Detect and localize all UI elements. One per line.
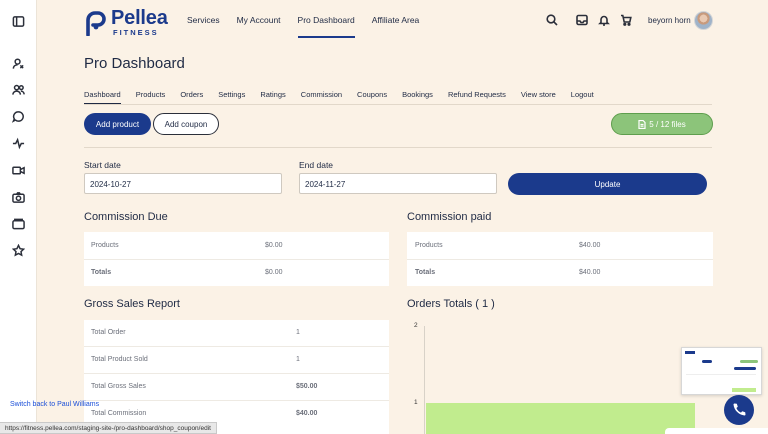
update-button[interactable]: Update	[508, 173, 707, 195]
total-gross-sales-label: Total Gross Sales	[91, 383, 146, 390]
thumb-logo	[685, 351, 695, 354]
page-title: Pro Dashboard	[84, 55, 185, 72]
file-icon	[638, 119, 646, 129]
commission-paid-totals-label: Totals	[415, 269, 436, 276]
files-quota-button[interactable]: 5 / 12 files	[611, 113, 713, 135]
call-button[interactable]	[724, 395, 754, 425]
page-preview-thumbnail[interactable]	[681, 347, 762, 395]
commission-paid-totals-value: $40.00	[579, 269, 601, 276]
row-divider	[84, 400, 389, 401]
bell-icon[interactable]	[598, 13, 610, 31]
thumb-files	[740, 360, 758, 363]
y-tick-label: 2	[414, 322, 418, 329]
subnav-products[interactable]: Products	[136, 90, 166, 104]
commission-paid-products-label: Products	[415, 242, 443, 249]
subnav-orders[interactable]: Orders	[180, 90, 203, 104]
total-commission-value: $40.00	[296, 410, 318, 417]
status-bar-url: https://fitness.pellea.com/staging-site-…	[0, 422, 217, 434]
commission-paid-title: Commission paid	[407, 211, 492, 223]
row-divider	[84, 373, 389, 374]
orders-totals-chart: 2 1	[407, 318, 713, 434]
star-icon[interactable]	[11, 243, 25, 257]
subnav-commission[interactable]: Commission	[301, 90, 342, 104]
start-date-label: Start date	[84, 160, 121, 170]
camera-icon[interactable]	[11, 190, 25, 204]
phone-icon	[733, 403, 746, 416]
commission-due-products-label: Products	[91, 242, 119, 249]
add-coupon-button[interactable]: Add coupon	[153, 113, 219, 135]
thumb-line	[686, 374, 756, 375]
cart-icon[interactable]	[620, 13, 632, 31]
user-icon[interactable]	[11, 56, 25, 70]
inbox-icon[interactable]	[576, 13, 588, 31]
end-date-label: End date	[299, 160, 334, 170]
subnav-ratings[interactable]: Ratings	[260, 90, 285, 104]
chat-icon[interactable]	[11, 109, 25, 123]
thumb-update	[734, 367, 756, 370]
nav-affiliate-area[interactable]: Affiliate Area	[372, 15, 420, 38]
start-date-input[interactable]: 2024-10-27	[84, 173, 282, 194]
end-date-input[interactable]: 2024-11-27	[299, 173, 497, 194]
logo-name: Pellea	[111, 7, 168, 29]
avatar[interactable]	[694, 11, 713, 30]
user-name[interactable]: beyorn horn	[648, 16, 691, 25]
row-divider	[407, 259, 713, 260]
subnav-view-store[interactable]: View store	[521, 90, 556, 104]
orders-totals-title: Orders Totals ( 1 )	[407, 298, 495, 310]
gross-sales-title: Gross Sales Report	[84, 298, 180, 310]
subnav-coupons[interactable]: Coupons	[357, 90, 387, 104]
total-order-value: 1	[296, 329, 300, 336]
nav-services[interactable]: Services	[187, 15, 220, 38]
subnav-settings[interactable]: Settings	[218, 90, 245, 104]
commission-due-title: Commission Due	[84, 211, 168, 223]
files-quota-label: 5 / 12 files	[649, 119, 686, 129]
nav-my-account[interactable]: My Account	[237, 15, 281, 38]
y-axis	[424, 326, 425, 434]
users-group-icon[interactable]	[11, 82, 25, 96]
row-divider	[84, 259, 389, 260]
total-gross-sales-value: $50.00	[296, 383, 318, 390]
activity-icon[interactable]	[11, 136, 25, 150]
total-order-label: Total Order	[91, 329, 126, 336]
video-icon[interactable]	[11, 163, 25, 177]
section-divider	[84, 147, 712, 148]
commission-due-products-value: $0.00	[265, 242, 283, 249]
search-icon[interactable]	[546, 13, 558, 31]
commission-due-totals-value: $0.00	[265, 269, 283, 276]
commission-due-totals-label: Totals	[91, 269, 112, 276]
subnav-bookings[interactable]: Bookings	[402, 90, 433, 104]
commission-paid-products-value: $40.00	[579, 242, 601, 249]
pellea-logo-mark	[86, 10, 106, 36]
total-product-sold-value: 1	[296, 356, 300, 363]
dashboard-subnav: Dashboard Products Orders Settings Ratin…	[84, 90, 609, 104]
y-tick-label: 1	[414, 399, 418, 406]
pellea-logo[interactable]: Pellea FITNESS	[84, 8, 168, 37]
thumb-button	[702, 360, 712, 363]
logo-subtitle: FITNESS	[113, 28, 159, 37]
wallet-icon[interactable]	[11, 216, 25, 230]
total-product-sold-label: Total Product Sold	[91, 356, 148, 363]
switch-back-link[interactable]: Switch back to Paul Williams	[10, 401, 99, 408]
chart-bar	[426, 403, 695, 434]
thumb-bar	[732, 388, 756, 392]
add-product-button[interactable]: Add product	[84, 113, 151, 135]
left-sidebar	[0, 0, 37, 434]
main-nav: Services My Account Pro Dashboard Affili…	[187, 15, 436, 38]
sidebar-toggle-icon[interactable]	[11, 14, 25, 28]
total-commission-label: Total Commission	[91, 410, 147, 417]
chat-widget-edge[interactable]	[665, 428, 768, 434]
subnav-dashboard[interactable]: Dashboard	[84, 90, 121, 104]
nav-pro-dashboard[interactable]: Pro Dashboard	[297, 15, 355, 38]
row-divider	[84, 346, 389, 347]
subnav-logout[interactable]: Logout	[571, 90, 594, 104]
subnav-divider	[84, 104, 712, 105]
subnav-refund-requests[interactable]: Refund Requests	[448, 90, 506, 104]
